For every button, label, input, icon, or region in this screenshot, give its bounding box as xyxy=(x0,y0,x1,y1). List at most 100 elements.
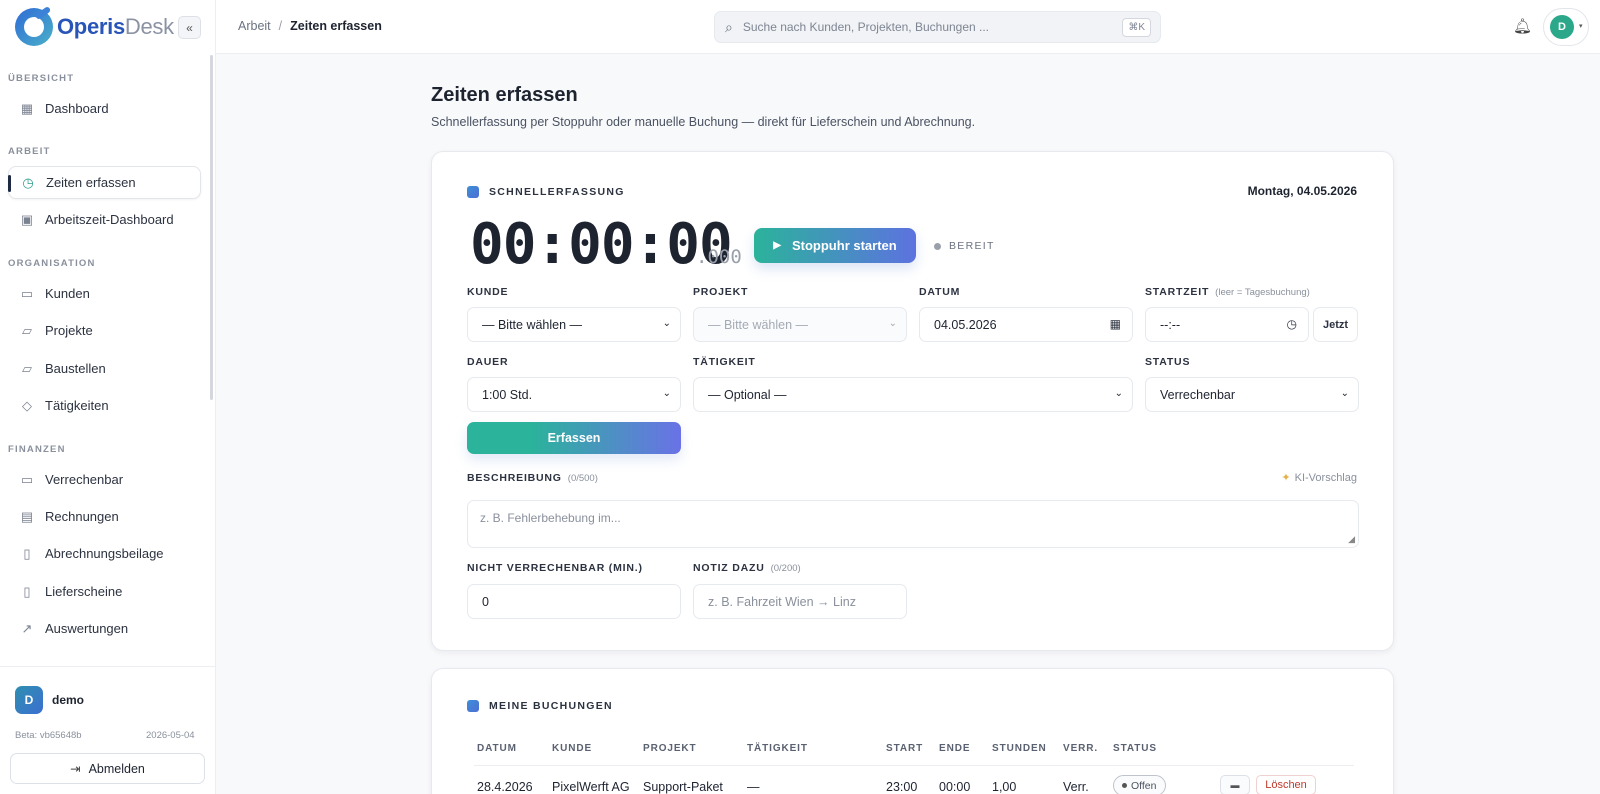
sidebar-item-label: Kunden xyxy=(45,286,90,301)
chevron-down-icon: ⌄ xyxy=(662,388,671,399)
sidebar-item-zeiten-erfassen[interactable]: ◷ Zeiten erfassen xyxy=(8,166,201,199)
sidebar-item-taetigkeiten[interactable]: ◇ Tätigkeiten xyxy=(8,389,201,422)
sidebar-item-abrechnungsbeilage[interactable]: ▯ Abrechnungsbeilage xyxy=(8,537,201,570)
sidebar-item-arbeitszeit-dashboard[interactable]: ▣ Arbeitszeit-Dashboard xyxy=(8,203,201,236)
section-arbeit: ARBEIT xyxy=(8,146,51,157)
delete-button[interactable]: Löschen xyxy=(1256,775,1316,794)
projekt-select[interactable]: — Bitte wählen — ⌄ xyxy=(693,307,907,342)
sidebar-item-auswertungen[interactable]: ↗ Auswertungen xyxy=(8,612,201,645)
kunde-select[interactable]: — Bitte wählen — ⌄ xyxy=(467,307,681,342)
section-finanzen: FINANZEN xyxy=(8,444,66,455)
user-name: demo xyxy=(52,693,85,707)
resize-handle-icon[interactable]: ◢ xyxy=(1348,534,1355,545)
kunde-label: KUNDE xyxy=(467,286,509,298)
search-input[interactable]: ⌕ Suche nach Kunden, Projekten, Buchunge… xyxy=(714,11,1161,43)
bookings-label: MEINE BUCHUNGEN xyxy=(467,700,613,712)
sidebar-item-verrechenbar[interactable]: ▭ Verrechenbar xyxy=(8,463,201,496)
tag-icon: ◇ xyxy=(22,397,32,413)
col-status[interactable]: STATUS xyxy=(1113,743,1157,754)
breadcrumb-parent[interactable]: Arbeit xyxy=(238,19,271,33)
logout-button[interactable]: ⇥ Abmelden xyxy=(10,753,205,784)
stopwatch-status: BEREIT xyxy=(934,240,995,252)
cell-taetigkeit: — xyxy=(747,780,760,794)
table-header-divider xyxy=(474,765,1354,766)
quick-entry-card: SCHNELLERFASSUNG Montag, 04.05.2026 00:0… xyxy=(431,151,1394,651)
start-stopwatch-button[interactable]: ▶ Stoppuhr starten xyxy=(754,228,916,263)
user-menu[interactable]: D ▾ xyxy=(1543,8,1589,46)
app-logo[interactable]: OperisDesk xyxy=(15,8,174,46)
beta-date: 2026-05-04 xyxy=(146,730,195,741)
sidebar-item-label: Auswertungen xyxy=(45,621,129,636)
notiz-label: NOTIZ DAZU (0/200) xyxy=(693,562,801,574)
avatar: D xyxy=(1550,15,1574,39)
col-kunde[interactable]: KUNDE xyxy=(552,743,592,754)
nicht-verrechenbar-label: NICHT VERRECHENBAR (MIN.) xyxy=(467,562,643,574)
col-verr[interactable]: VERR. xyxy=(1063,743,1098,754)
col-datum[interactable]: DATUM xyxy=(477,743,517,754)
sidebar-item-label: Rechnungen xyxy=(45,509,119,524)
sidebar-item-dashboard[interactable]: ▦ Dashboard xyxy=(8,92,201,125)
sidebar-item-label: Verrechenbar xyxy=(45,472,124,487)
startzeit-label: STARTZEIT (leer = Tagesbuchung) xyxy=(1145,286,1310,298)
sidebar-scrollbar[interactable] xyxy=(210,55,213,400)
breadcrumb-separator: / xyxy=(278,19,283,33)
sidebar-item-kunden[interactable]: ▭ Kunden xyxy=(8,277,201,310)
folder-icon: ▱ xyxy=(22,360,32,376)
dauer-select[interactable]: 1:00 Std. ⌄ xyxy=(467,377,681,412)
logout-icon: ⇥ xyxy=(70,762,81,776)
stopwatch-ms: .000 xyxy=(696,246,742,268)
chevron-down-icon: ⌄ xyxy=(1340,388,1349,399)
status-label: STATUS xyxy=(1145,356,1191,368)
page-subtitle: Schnellerfassung per Stoppuhr oder manue… xyxy=(431,115,976,129)
user-avatar[interactable]: D xyxy=(15,686,43,714)
search-shortcut: ⌘K xyxy=(1122,18,1151,37)
collapse-sidebar-button[interactable]: « xyxy=(178,16,201,39)
sidebar-item-lieferscheine[interactable]: ▯ Lieferscheine xyxy=(8,575,201,608)
startzeit-input[interactable]: --:-- ◷ xyxy=(1145,307,1309,342)
sidebar-item-label: Baustellen xyxy=(45,361,106,376)
sidebar-item-label: Abrechnungsbeilage xyxy=(45,546,164,561)
cell-kunde: PixelWerft AG xyxy=(552,780,630,794)
app-name: OperisDesk xyxy=(57,14,174,39)
edit-icon[interactable]: ▬ xyxy=(1220,775,1250,794)
beschreibung-textarea[interactable]: z. B. Fehlerbehebung im... ◢ xyxy=(467,500,1359,548)
col-projekt[interactable]: PROJEKT xyxy=(643,743,697,754)
sidebar-item-rechnungen[interactable]: ▤ Rechnungen xyxy=(8,500,201,533)
sparkle-icon: ✦ xyxy=(1281,472,1291,484)
dauer-label: DAUER xyxy=(467,356,509,368)
datum-input[interactable]: 04.05.2026 ▦ xyxy=(919,307,1133,342)
bell-icon[interactable]: 🔔︎ xyxy=(1513,17,1532,35)
search-placeholder: Suche nach Kunden, Projekten, Buchungen … xyxy=(742,20,990,34)
breadcrumb-current: Zeiten erfassen xyxy=(290,19,382,33)
cell-verr: Verr. xyxy=(1063,780,1089,794)
sidebar: OperisDesk « ÜBERSICHT ▦ Dashboard ARBEI… xyxy=(0,0,216,794)
jetzt-button[interactable]: Jetzt xyxy=(1313,307,1358,342)
erfassen-button[interactable]: Erfassen xyxy=(467,422,681,454)
ki-suggestion-button[interactable]: ✦ KI-Vorschlag xyxy=(1281,471,1357,485)
col-stunden[interactable]: STUNDEN xyxy=(992,743,1047,754)
status-badge: Offen xyxy=(1113,775,1166,794)
breadcrumb: Arbeit / Zeiten erfassen xyxy=(238,19,382,33)
col-ende[interactable]: ENDE xyxy=(939,743,970,754)
receipt-icon: ▤ xyxy=(20,508,34,524)
sidebar-item-baustellen[interactable]: ▱ Baustellen xyxy=(8,352,201,385)
logo-mark-icon xyxy=(15,8,53,46)
sidebar-item-projekte[interactable]: ▱ Projekte xyxy=(8,314,201,347)
status-select[interactable]: Verrechenbar ⌄ xyxy=(1145,377,1359,412)
stopwatch-display: 00:00:00 xyxy=(470,212,733,277)
col-taetigkeit[interactable]: TÄTIGKEIT xyxy=(747,743,808,754)
status-dot xyxy=(934,242,941,250)
trend-icon: ↗ xyxy=(21,620,33,636)
taetigkeit-select[interactable]: — Optional — ⌄ xyxy=(693,377,1133,412)
notiz-input[interactable]: z. B. Fahrzeit Wien → Linz xyxy=(693,584,907,619)
section-square-icon xyxy=(467,700,479,712)
cell-stunden: 1,00 xyxy=(992,780,1017,794)
cell-projekt: Support-Paket PixelWerft xyxy=(643,780,723,794)
sidebar-item-label: Lieferscheine xyxy=(45,584,123,599)
calendar-clock-icon: ▣ xyxy=(20,211,34,227)
status-dot xyxy=(1122,783,1127,788)
col-start[interactable]: START xyxy=(886,743,923,754)
sidebar-item-label: Arbeitszeit-Dashboard xyxy=(45,212,174,227)
nicht-verrechenbar-input[interactable]: 0 xyxy=(467,584,681,619)
chevron-down-icon: ⌄ xyxy=(1114,388,1123,399)
